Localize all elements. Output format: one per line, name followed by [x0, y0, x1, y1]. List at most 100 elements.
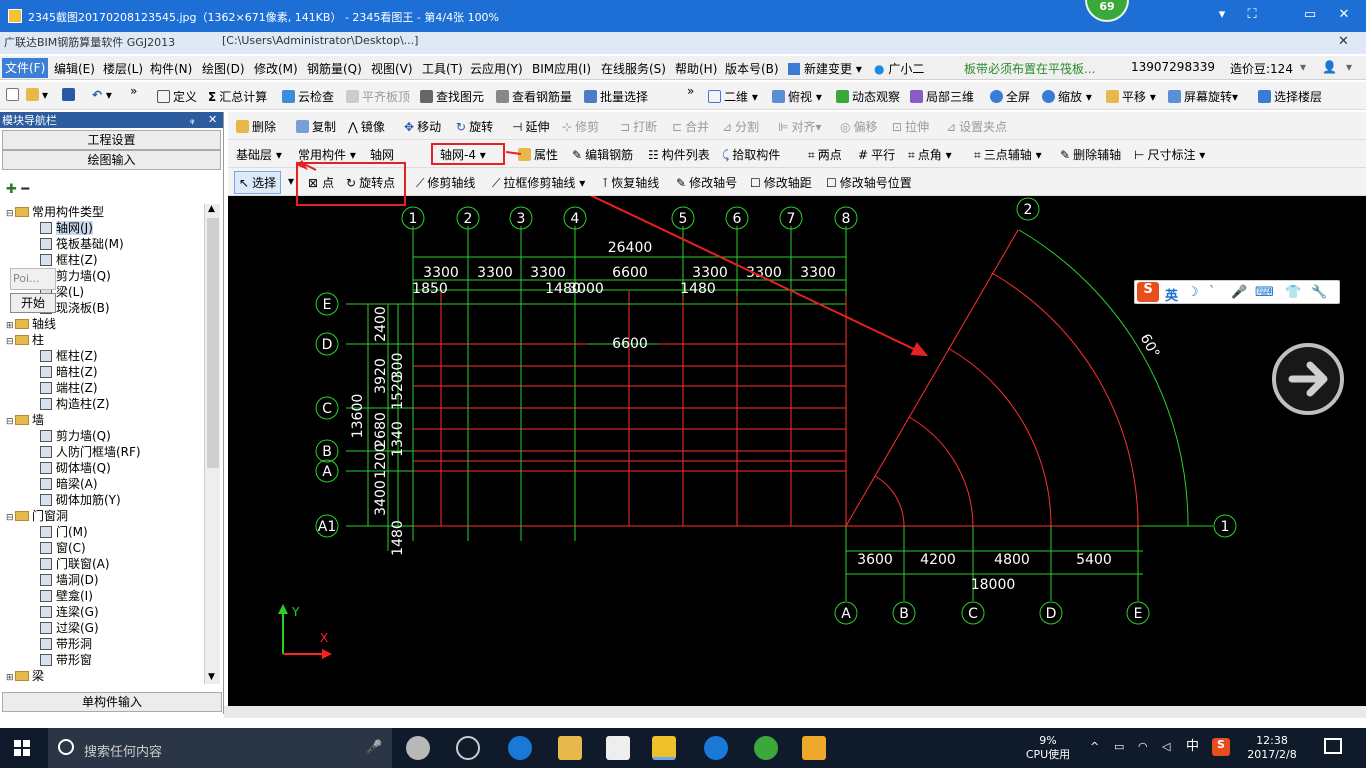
drawing-canvas[interactable]: 1 2 3 4 5 6 7 8 E D C B A A1 A B C D E 1 2 26400 3300 3300 3… — [228, 196, 1366, 706]
account-phone[interactable]: 13907298339 — [1131, 60, 1215, 74]
save-icon[interactable] — [62, 88, 78, 102]
close-button[interactable]: ✕ — [1334, 7, 1354, 25]
drawing-input-button[interactable]: 绘图输入 — [2, 150, 221, 170]
trim-button[interactable]: ⊹ 修剪 — [562, 118, 599, 135]
menu-new-change[interactable]: 新建变更 ▾ — [788, 60, 862, 77]
menu-floor[interactable]: 楼层(L) — [103, 60, 143, 77]
menu-help[interactable]: 帮助(H) — [675, 60, 717, 77]
menu-bim[interactable]: BIM应用(I) — [532, 60, 591, 77]
select-button[interactable]: ↖ 选择 — [234, 171, 282, 194]
summary-calc-button[interactable]: Σ 汇总计算 — [208, 88, 267, 105]
top-view-button[interactable]: 俯视 ▾ — [772, 88, 822, 105]
mic-search-icon[interactable]: 🎤 — [366, 740, 382, 755]
battery-icon[interactable]: ▭ — [1114, 740, 1124, 754]
extend-button[interactable]: ⊣ 延伸 — [512, 118, 549, 135]
sogou-icon[interactable]: S — [1212, 738, 1230, 756]
keyboard-icon[interactable]: ⌨ — [1255, 285, 1274, 300]
tree-item[interactable]: 框柱(Z) — [40, 348, 98, 364]
task-view-icon[interactable] — [406, 736, 430, 760]
expand-toggle-icon[interactable]: ⊞ — [6, 670, 15, 684]
flush-slab-button[interactable]: 平齐板顶 — [346, 88, 410, 105]
undo-icon[interactable]: ↶ ▾ — [92, 88, 112, 102]
menu-dropdown-button[interactable]: ▾ — [1212, 7, 1232, 25]
select-dropdown-icon[interactable]: ▾ — [288, 174, 294, 188]
menu-guangxiaoer[interactable]: ● 广小二 — [874, 60, 924, 77]
user-icon[interactable]: 👤 — [1322, 60, 1337, 74]
define-button[interactable]: 定义 — [157, 88, 197, 105]
next-image-arrow-icon[interactable] — [1272, 343, 1344, 415]
tree-item[interactable]: 端柱(Z) — [40, 380, 98, 396]
clock[interactable]: 12:38 2017/2/8 — [1244, 734, 1300, 762]
tree-folder[interactable]: ⊞ 梁 — [6, 668, 44, 684]
dropdown-icon[interactable]: ▾ — [1300, 60, 1306, 74]
tree-item[interactable]: 剪力墙(Q) — [40, 428, 111, 444]
delete-aux-button[interactable]: ✎ 删除辅轴 — [1060, 146, 1121, 163]
tree-scrollbar[interactable]: ▲ ▼ — [204, 204, 220, 684]
notification-badge[interactable]: 69 — [1085, 0, 1129, 22]
scroll-down-icon[interactable]: ▼ — [208, 672, 215, 682]
expand-toggle-icon[interactable]: ⊟ — [6, 334, 15, 350]
wifi-icon[interactable]: ◠ — [1138, 740, 1148, 754]
pick-component-button[interactable]: ⤹ 拾取构件 — [722, 146, 780, 163]
project-settings-button[interactable]: 工程设置 — [2, 130, 221, 150]
floor-select[interactable]: 基础层 ▾ — [236, 146, 282, 163]
tree-item[interactable]: 框柱(Z) — [40, 252, 98, 268]
expand-toggle-icon[interactable]: ⊟ — [6, 414, 15, 430]
toolbar-overflow-icon[interactable]: » — [130, 84, 137, 98]
tree-item[interactable]: 筏板基础(M) — [40, 236, 124, 252]
menu-cloud[interactable]: 云应用(Y) — [470, 60, 523, 77]
find-element-button[interactable]: 查找图元 — [420, 88, 484, 105]
tree-item[interactable]: 暗柱(Z) — [40, 364, 98, 380]
new-icon[interactable] — [6, 88, 22, 102]
skin-icon[interactable]: 👕 — [1285, 285, 1301, 300]
batch-select-button[interactable]: 批量选择 — [584, 88, 648, 105]
tree-item[interactable]: 带形窗 — [40, 652, 92, 668]
align-button[interactable]: ⊫ 对齐▾ — [778, 118, 822, 135]
mirror-button[interactable]: ⋀ 镜像 — [348, 118, 385, 135]
merge-button[interactable]: ⊏ 合并 — [672, 118, 709, 135]
restore-axis-button[interactable]: ⊺ 恢复轴线 — [602, 174, 659, 191]
component-list-button[interactable]: ☷ 构件列表 — [648, 146, 710, 163]
scroll-up-icon[interactable]: ▲ — [208, 204, 215, 214]
more-icon[interactable]: ▾ — [1346, 60, 1352, 74]
fullscreen-view-button[interactable]: 全屏 — [990, 88, 1030, 105]
volume-icon[interactable]: ◁ — [1162, 740, 1170, 754]
menu-view[interactable]: 视图(V) — [371, 60, 413, 77]
dimension-button[interactable]: ⊢ 尺寸标注 ▾ — [1134, 146, 1205, 163]
notification-center-icon[interactable] — [1324, 738, 1342, 754]
pan-button[interactable]: 平移 ▾ — [1106, 88, 1156, 105]
view-rebar-button[interactable]: 查看钢筋量 — [496, 88, 572, 105]
explorer-icon[interactable] — [558, 736, 582, 760]
mic-icon[interactable]: 🎤 — [1231, 285, 1247, 300]
zoom-button[interactable]: 缩放 ▾ — [1042, 88, 1092, 105]
select-floor-button[interactable]: 选择楼层 — [1258, 88, 1322, 105]
tree-folder[interactable]: ⊟ 柱 — [6, 332, 44, 350]
start-button[interactable]: 开始 — [10, 293, 56, 313]
image-viewer-icon[interactable] — [652, 736, 676, 760]
settings-icon[interactable]: 🔧 — [1311, 285, 1327, 300]
set-grip-button[interactable]: ⊿ 设置夹点 — [946, 118, 1007, 135]
app-360-icon[interactable] — [456, 736, 480, 760]
single-component-input-button[interactable]: 单构件输入 — [2, 692, 222, 712]
menu-rebar[interactable]: 钢筋量(Q) — [307, 60, 362, 77]
app-notes-icon[interactable] — [802, 736, 826, 760]
tree-item[interactable]: 窗(C) — [40, 540, 86, 556]
ime-indicator[interactable]: 中 — [1186, 740, 1199, 754]
ime-toolbar[interactable]: S 英 ☽ ˋ 🎤 ⌨ 👕 🔧 — [1134, 280, 1340, 304]
moon-icon[interactable]: ☽ — [1187, 285, 1199, 300]
menu-tools[interactable]: 工具(T) — [422, 60, 463, 77]
menu-component[interactable]: 构件(N) — [150, 60, 192, 77]
expand-all-icon[interactable]: ✚ ━ — [6, 182, 29, 197]
app-green-icon[interactable] — [754, 736, 778, 760]
tree-item[interactable]: 连梁(G) — [40, 604, 99, 620]
stretch-button[interactable]: ⊡ 拉伸 — [892, 118, 929, 135]
app-blue-icon[interactable] — [704, 736, 728, 760]
parallel-button[interactable]: # 平行 — [858, 146, 895, 163]
2d-button[interactable]: 二维 ▾ — [708, 88, 758, 105]
app-close-icon[interactable]: ✕ — [1338, 34, 1349, 49]
copy-button[interactable]: 复制 — [296, 118, 336, 135]
store-icon[interactable] — [606, 736, 630, 760]
tree-item[interactable]: 构造柱(Z) — [40, 396, 110, 412]
taskbar-search[interactable]: 搜索任何内容 🎤 — [48, 728, 392, 768]
punct-icon[interactable]: ˋ — [1209, 285, 1216, 300]
